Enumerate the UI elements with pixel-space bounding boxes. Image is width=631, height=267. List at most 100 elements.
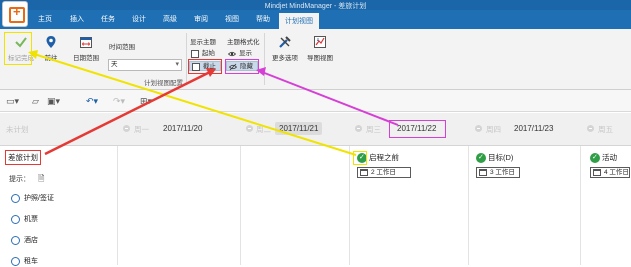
date-label-today: 2017/11/21 [275,122,323,135]
calendar-icon [593,169,601,176]
task-duration-text: 4 工作日 [604,169,629,176]
tab-help[interactable]: 帮助 [256,14,270,24]
more-options-button[interactable]: 更多选项 [268,35,302,62]
layout-icon[interactable]: ⊞▾ [140,96,152,106]
task-duration: 2 工作日 [357,167,411,178]
map-view-icon [314,36,326,48]
weekday-label: 周四 [486,125,501,134]
format-show-label: 显示 [239,50,252,57]
start-flag-icon [191,50,199,58]
task-title-text: 目标(D) [488,153,514,162]
collapse-icon[interactable] [123,125,130,132]
undo-icon[interactable]: ↶▾ [86,96,98,106]
weekday-label: 周二 [256,125,271,134]
tab-task[interactable]: 任务 [101,14,115,24]
ribbon-tab-bar: 主页 插入 任务 设计 高级 审阅 视图 帮助 计划视图 [0,10,631,29]
task-duration: 3 工作日 [476,167,520,178]
title-bar: Mindjet MindManager - 差旅计划 [0,0,631,10]
list-item[interactable]: 酒店 [11,236,38,246]
redo-icon[interactable]: ↷▾ [113,96,125,106]
weekday-label: 周一 [134,125,149,134]
date-label: 2017/11/23 [514,124,554,133]
tab-view[interactable]: 视图 [225,14,239,24]
list-item[interactable]: 机票 [11,215,38,225]
date-range-button[interactable]: 日期范围 [70,35,102,62]
annotation-box-yellow [4,32,32,65]
list-item[interactable]: 护照/签证 [11,194,54,204]
task-duration: 4 工作日 [590,167,630,178]
quick-access-toolbar: ▭▾ ▱ ▣▾ ↶▾ ↷▾ ⊞▾ [0,90,631,112]
column-divider [349,146,350,265]
map-view-button[interactable]: 导图视图 [303,35,337,62]
open-icon[interactable]: ▱ [32,96,39,106]
task-label: 租车 [24,258,38,265]
date-range-select[interactable]: 天 [108,59,182,71]
tab-home[interactable]: 主页 [38,14,52,24]
tab-insert[interactable]: 插入 [70,14,84,24]
document-icon[interactable]: 🗎 [38,174,44,183]
calendar-icon [479,169,487,176]
weekday-label: 周三 [366,125,381,134]
check-circle-icon[interactable] [476,152,486,164]
show-start-label: 起始 [202,50,215,57]
circle-icon[interactable] [11,194,20,203]
task-title-text: 活动 [602,153,617,162]
column-divider [468,146,469,265]
calendar-header: 未计划 周一 2017/11/20 周二 2017/11/21 周三 2017/… [0,113,631,146]
tab-schedule-view[interactable]: 计划视图 [279,13,319,29]
root-topic[interactable]: 差旅计划 [5,150,41,165]
show-topics-label: 显示主题 [190,39,216,46]
new-icon[interactable]: ▭▾ [6,96,19,106]
divider [264,33,265,85]
tab-advanced[interactable]: 高级 [163,14,177,24]
task-card[interactable]: 目标(D) 3 工作日 [476,152,520,178]
tab-design[interactable]: 设计 [132,14,146,24]
hint-label: 提示： [9,176,30,183]
app-logo-icon[interactable] [2,1,28,27]
show-start-button[interactable]: 起始 [189,49,221,59]
task-duration-text: 3 工作日 [490,169,515,176]
calendar-icon [360,169,368,176]
weekday-label: 周五 [598,125,613,134]
annotation-box-magenta [389,120,446,138]
tools-icon [279,36,291,48]
task-title: 活动 [590,152,630,164]
collapse-icon[interactable] [355,125,362,132]
column-divider [240,146,241,265]
annotation-box-red [188,59,222,74]
check-circle-icon[interactable] [590,152,600,164]
circle-icon[interactable] [11,236,20,245]
calendar-range-icon [80,37,92,48]
task-card[interactable]: 活动 4 工作日 [590,152,630,178]
tab-review[interactable]: 审阅 [194,14,208,24]
task-label: 机票 [24,216,38,223]
location-pin-icon [46,36,56,48]
collapse-icon[interactable] [246,125,253,132]
topic-format-label: 主题格式化 [227,39,260,46]
annotation-box-yellow [353,151,367,165]
divider [186,33,187,85]
collapse-icon[interactable] [475,125,482,132]
date-label: 2017/11/20 [163,124,203,133]
collapse-icon[interactable] [587,125,594,132]
column-divider [117,146,118,265]
format-show-button[interactable]: 显示 [226,49,258,59]
circle-icon[interactable] [11,215,20,224]
task-label: 酒店 [24,237,38,244]
task-title: 目标(D) [476,152,520,164]
goto-button[interactable]: 前往 [40,35,62,62]
goto-label: 前往 [44,55,58,62]
date-range-label: 时间范围 [109,44,135,51]
map-view-label: 导图视图 [307,55,333,62]
save-icon[interactable]: ▣▾ [47,96,60,106]
unplanned-label: 未计划 [6,125,29,134]
ribbon-panel: 标记完成 前往 日期范围 时间范围 天 显示主题 起始 截止 主题格式化 显示 [0,29,631,90]
list-item[interactable]: 租车 [11,257,38,267]
eye-icon [228,51,236,57]
more-options-label: 更多选项 [272,55,298,62]
ribbon-group-caption: 计划视图配置 [144,80,183,87]
date-range-value: 天 [111,61,118,68]
column-divider [580,146,581,265]
task-duration-text: 2 工作日 [371,169,396,176]
hint-row: 提示： 🗎 [9,173,44,187]
